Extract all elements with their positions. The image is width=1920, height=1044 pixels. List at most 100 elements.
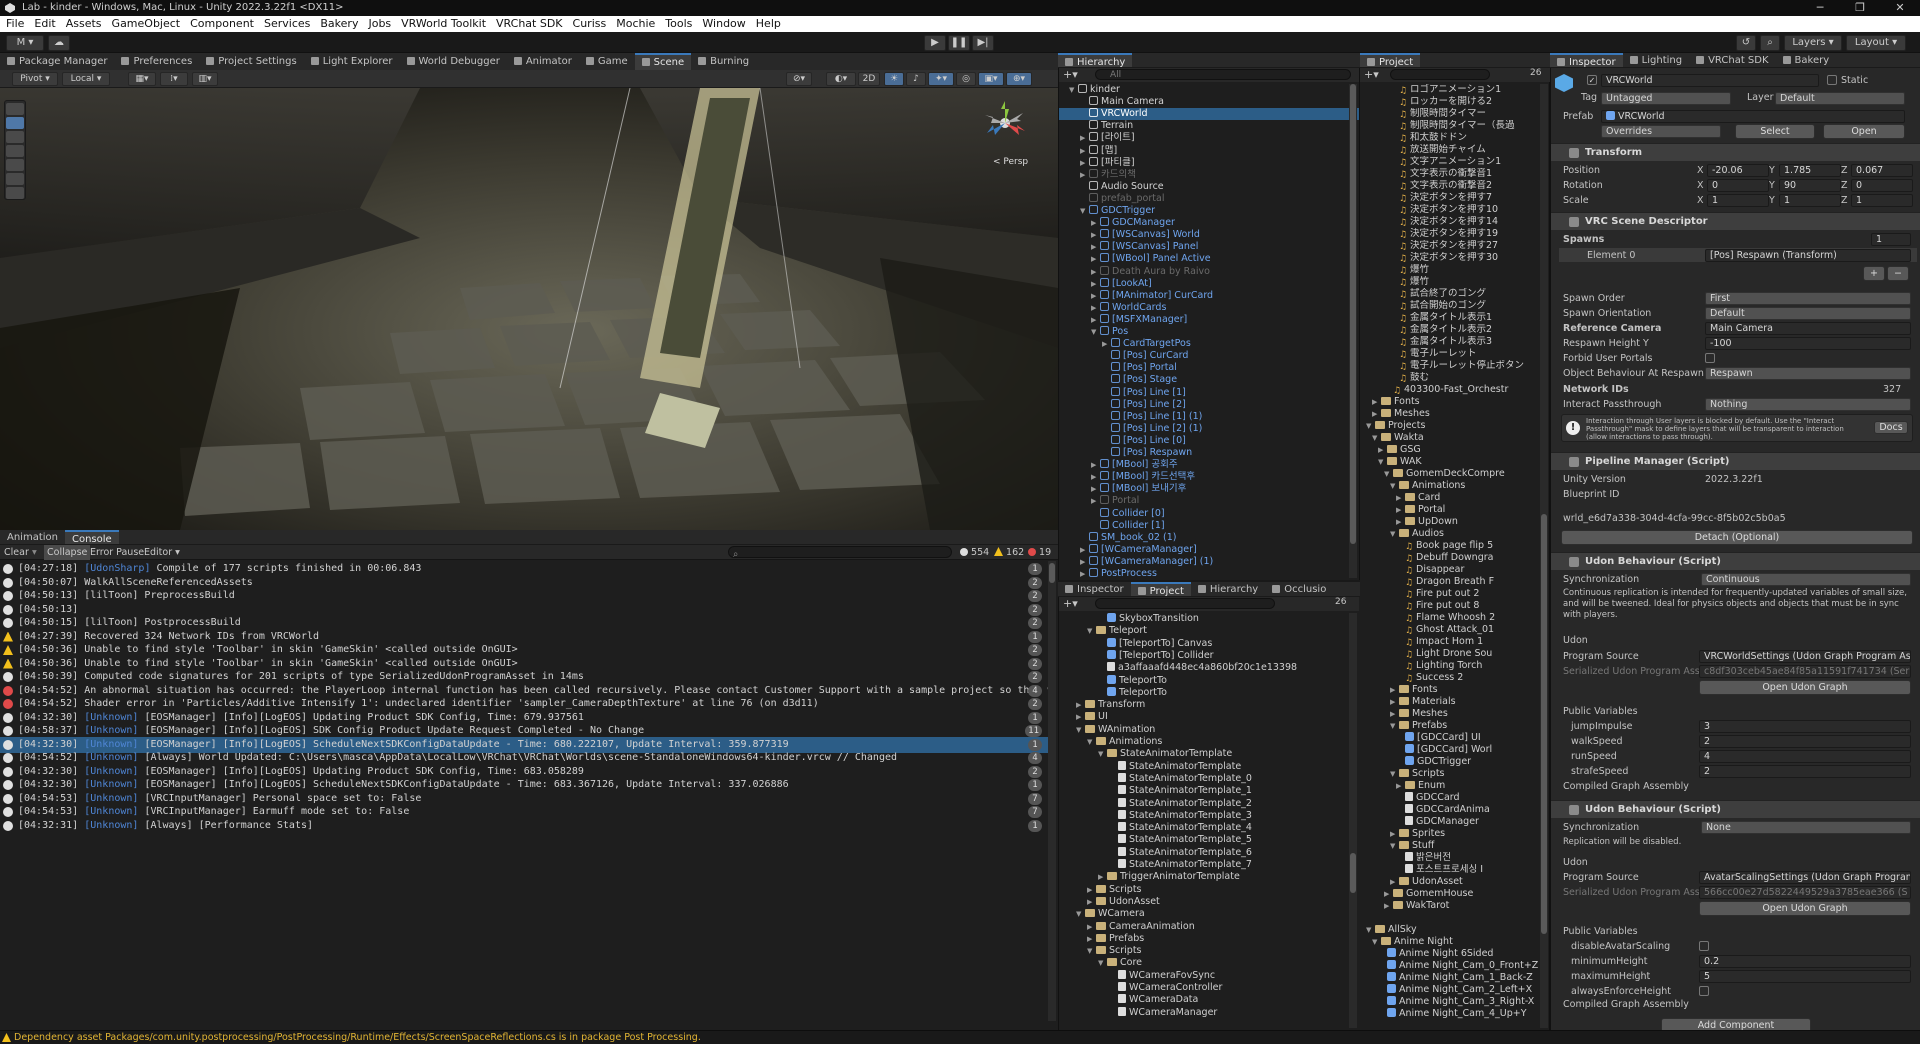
menu-item-jobs[interactable]: Jobs	[368, 16, 391, 32]
expand-arrow-icon[interactable]: ▶	[1384, 888, 1392, 900]
tab-project-settings[interactable]: Project Settings	[199, 53, 303, 70]
project-item[interactable]: ▶ Materials	[1360, 696, 1538, 708]
expand-arrow-icon[interactable]: ▶	[1087, 896, 1095, 908]
project-item[interactable]: ▶ UdonAsset	[1059, 896, 1349, 908]
project-item[interactable]: ▶ UI	[1059, 711, 1349, 723]
project-item[interactable]: ♫ 爆竹	[1360, 264, 1538, 276]
expand-arrow-icon[interactable]: ▶	[1091, 302, 1099, 314]
project-item[interactable]: ♫ Ghost Attack_01	[1360, 624, 1538, 636]
spawn-orientation-dropdown[interactable]: Default	[1705, 307, 1911, 320]
menu-item-component[interactable]: Component	[190, 16, 254, 32]
layout-dropdown[interactable]: Layout ▾	[1846, 35, 1906, 51]
project-item[interactable]: ♫ ロッカーを開ける2	[1360, 96, 1538, 108]
project-item[interactable]: ♫ 爆竹	[1360, 276, 1538, 288]
project-item[interactable]: WCameraManager	[1059, 1006, 1349, 1019]
expand-arrow-icon[interactable]: ▶	[1091, 459, 1099, 471]
project-item[interactable]: StateAnimatorTemplate_6	[1059, 846, 1349, 859]
expand-arrow-icon[interactable]: ▶	[1076, 699, 1084, 711]
expand-arrow-icon[interactable]: ▼	[1390, 840, 1398, 852]
project-item[interactable]: ▶ Prefabs	[1059, 933, 1349, 945]
axis-x-label[interactable]: X	[1697, 164, 1704, 177]
expand-arrow-icon[interactable]: ▶	[1091, 471, 1099, 483]
toggle-2d-button[interactable]: 2D	[858, 72, 880, 86]
hierarchy-item[interactable]: ▶ [파티클]	[1059, 156, 1359, 169]
project-item[interactable]: TeleportTo	[1059, 686, 1349, 699]
project-item[interactable]: ♫ 文字アニメーション1	[1360, 156, 1538, 168]
tab-bakery[interactable]: Bakery	[1776, 53, 1837, 67]
remove-spawn-button[interactable]: −	[1887, 266, 1909, 281]
project-item[interactable]: ▼ GomemDeckCompre	[1360, 468, 1538, 480]
project-item[interactable]: ♫ 金属タイトル表示1	[1360, 312, 1538, 324]
tab-preferences[interactable]: Preferences	[114, 53, 199, 70]
add-icon[interactable]: +▾	[1063, 597, 1078, 610]
scl-y-field[interactable]: 1	[1779, 194, 1841, 207]
undo-history-icon[interactable]: ↺	[1736, 35, 1756, 51]
project-item[interactable]: ▶ CameraAnimation	[1059, 921, 1349, 933]
expand-arrow-icon[interactable]: ▶	[1091, 495, 1099, 507]
project-item[interactable]: WCameraData	[1059, 994, 1349, 1006]
expand-arrow-icon[interactable]: ▼	[1372, 936, 1380, 948]
hierarchy-item[interactable]: Collider [1]	[1059, 519, 1359, 532]
tab-lighting[interactable]: Lighting	[1623, 53, 1689, 67]
expand-arrow-icon[interactable]: ▶	[1091, 217, 1099, 229]
project-item[interactable]: ♫ 403300-Fast_Orchestr	[1360, 384, 1538, 396]
lighting-toggle-icon[interactable]: ☀	[884, 72, 904, 86]
project-item[interactable]: ♫ ロゴアニメーション1	[1360, 84, 1538, 96]
hierarchy-item[interactable]: Collider [0]	[1059, 507, 1359, 520]
axis-x-label[interactable]: X	[1697, 194, 1704, 207]
project-item[interactable]: ♫ 金属タイトル表示3	[1360, 336, 1538, 348]
gizmo-tools-icon[interactable]: ⊘▾	[786, 72, 812, 86]
udon2-open-graph-button[interactable]: Open Udon Graph	[1699, 901, 1911, 916]
hierarchy-item[interactable]: ▼ kinder	[1059, 84, 1359, 96]
hierarchy-item[interactable]: [Pos] Line [2]	[1059, 398, 1359, 411]
clear-button[interactable]: Clear	[4, 545, 29, 560]
udon1-program-field[interactable]: VRCWorldSettings (Udon Graph Program Ass	[1699, 650, 1911, 663]
tab-burning[interactable]: Burning	[691, 53, 756, 70]
expand-arrow-icon[interactable]: ▶	[1080, 157, 1088, 169]
element0-field[interactable]: [Pos] Respawn (Transform)	[1705, 249, 1911, 262]
camera-settings-icon[interactable]: ▣▾	[978, 72, 1004, 86]
network-ids-label[interactable]: Network IDs	[1563, 383, 1629, 396]
udon2-var-checkbox[interactable]	[1699, 941, 1709, 951]
project-item[interactable]: ▶ WakTarot	[1360, 900, 1538, 912]
pause-button[interactable]: ❚❚	[948, 35, 970, 51]
project-item[interactable]: ▼ Core	[1059, 957, 1349, 969]
udon1-sync-dropdown[interactable]: Continuous	[1701, 573, 1911, 586]
console-scrollbar[interactable]	[1048, 561, 1056, 1021]
hierarchy-item[interactable]: ▼ GDCTrigger	[1059, 205, 1359, 217]
project-item[interactable]: ▶ Portal	[1360, 504, 1538, 516]
cloud-icon[interactable]: ☁	[48, 35, 70, 51]
minimize-icon[interactable]: ─	[1800, 0, 1840, 16]
overrides-dropdown[interactable]: Overrides	[1601, 125, 1721, 138]
add-icon[interactable]: +▾	[1364, 68, 1379, 81]
tab-animation[interactable]: Animation	[0, 530, 65, 544]
project-item[interactable]: StateAnimatorTemplate_5	[1059, 834, 1349, 846]
hierarchy-item[interactable]: ▶ [LookAt]	[1059, 277, 1359, 290]
expand-arrow-icon[interactable]: ▶	[1091, 314, 1099, 326]
project-item[interactable]: 포스트프로세싱 I	[1360, 864, 1538, 876]
project-item[interactable]	[1360, 912, 1538, 924]
menu-item-tools[interactable]: Tools	[665, 16, 692, 32]
project-item[interactable]: ▶ Sprites	[1360, 828, 1538, 840]
hierarchy-item[interactable]: SM_book_02 (1)	[1059, 531, 1359, 544]
udon-behaviour-2-header[interactable]: Udon Behaviour (Script)	[1551, 800, 1920, 818]
tab-lower-occlusio[interactable]: Occlusio	[1265, 582, 1333, 596]
axis-x-label[interactable]: X	[1697, 179, 1704, 192]
expand-arrow-icon[interactable]: ▼	[1390, 480, 1398, 492]
project-item[interactable]: ▶ GomemHouse	[1360, 888, 1538, 900]
project-item[interactable]: ♫ 決定ボタンを押す10	[1360, 204, 1538, 216]
menu-item-mochie[interactable]: Mochie	[616, 16, 655, 32]
expand-arrow-icon[interactable]: ▶	[1080, 132, 1088, 144]
hierarchy-search-input[interactable]: All	[1095, 69, 1351, 80]
project-item[interactable]: [GDCCard] Worl	[1360, 744, 1538, 756]
project-item[interactable]: ▼ Prefabs	[1360, 720, 1538, 732]
project-item[interactable]: ♫ 文字表示の衝撃音1	[1360, 168, 1538, 180]
project-scrollbar[interactable]	[1540, 84, 1548, 1028]
local-dropdown[interactable]: Local ▾	[62, 72, 110, 86]
menu-item-assets[interactable]: Assets	[66, 16, 102, 32]
axis-z-label[interactable]: Z	[1841, 164, 1848, 177]
scene-viewport[interactable]	[0, 88, 1058, 530]
tab-scene[interactable]: Scene	[634, 53, 692, 70]
project-item[interactable]: ▶ Meshes	[1360, 708, 1538, 720]
tab-animator[interactable]: Animator	[507, 53, 579, 70]
